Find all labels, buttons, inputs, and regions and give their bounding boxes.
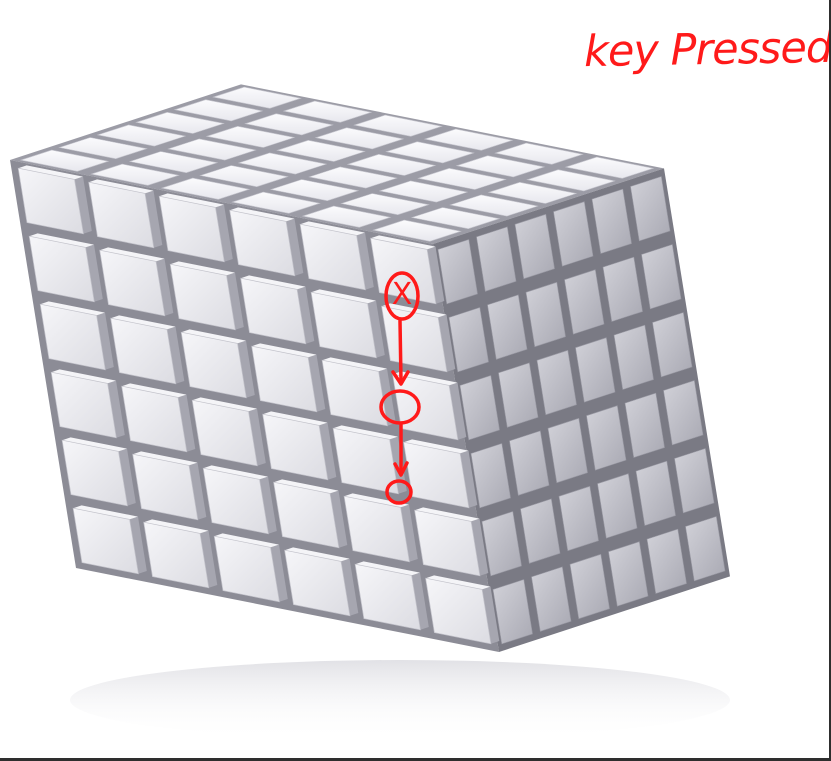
- arrow-shaft-1: [398, 319, 403, 383]
- key-cube-illustration: [10, 84, 730, 740]
- pressed-key-marker: X: [391, 277, 413, 312]
- key-pressed-annotation: key Pressed: [583, 22, 831, 78]
- image-canvas: key Pressed X: [0, 0, 831, 761]
- floor-reflection: [70, 660, 730, 740]
